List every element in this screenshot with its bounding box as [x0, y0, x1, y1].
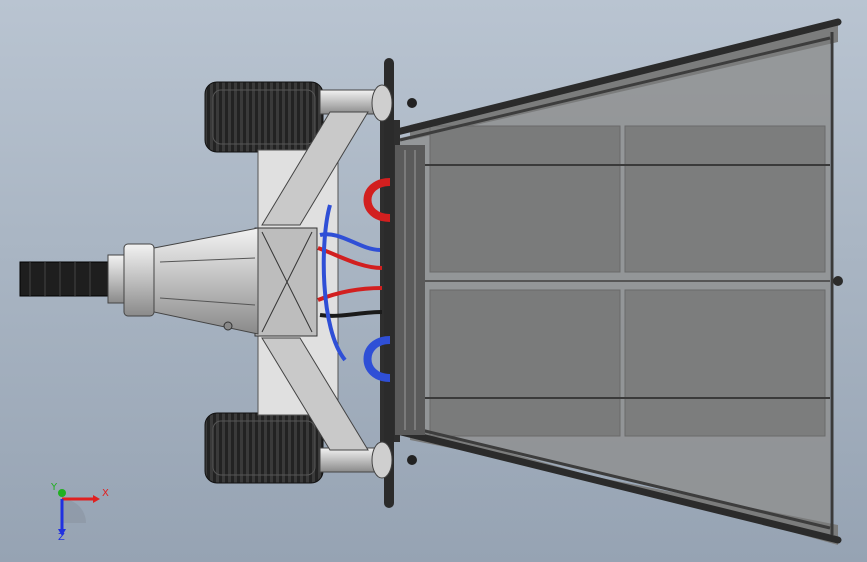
coordinate-triad: X Y Z: [44, 482, 114, 547]
x-axis-label: X: [102, 488, 109, 499]
cad-viewport[interactable]: X Y Z: [0, 0, 867, 562]
chassis: [254, 111, 369, 451]
hopper-body: [380, 18, 843, 545]
drawbar: [19, 227, 259, 335]
z-axis-label: Z: [58, 532, 65, 543]
trailer-model[interactable]: [0, 0, 867, 562]
y-axis-arrow: [58, 489, 66, 497]
y-axis-label: Y: [51, 482, 58, 493]
